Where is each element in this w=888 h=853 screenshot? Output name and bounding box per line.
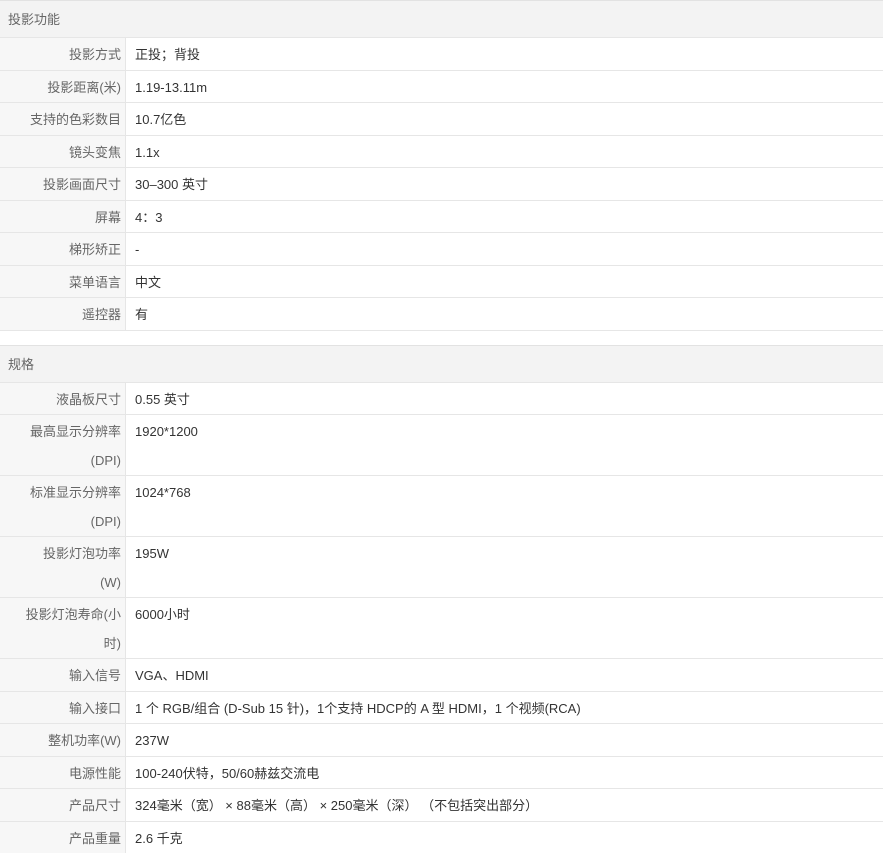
- spec-value: 有: [126, 298, 883, 330]
- spec-label: 菜单语言: [0, 266, 126, 298]
- spec-label: 输入接口: [0, 692, 126, 724]
- spec-value: 2.6 千克: [126, 822, 883, 853]
- spec-label: 投影灯泡功率 (W): [0, 537, 126, 597]
- spec-row: 支持的色彩数目 10.7亿色: [0, 102, 883, 135]
- spec-row: 投影画面尺寸 30–300 英寸: [0, 167, 883, 200]
- spec-row: 液晶板尺寸 0.55 英寸: [0, 382, 883, 415]
- spec-label: 投影距离(米): [0, 71, 126, 103]
- spec-row: 菜单语言 中文: [0, 265, 883, 298]
- spec-value: 195W: [126, 537, 883, 597]
- spec-value: 10.7亿色: [126, 103, 883, 135]
- spec-value: 0.55 英寸: [126, 383, 883, 415]
- spec-row: 最高显示分辨率 (DPI) 1920*1200: [0, 414, 883, 475]
- spec-row: 投影灯泡寿命(小 时) 6000小时: [0, 597, 883, 658]
- spec-label: 投影方式: [0, 38, 126, 70]
- spec-value: 30–300 英寸: [126, 168, 883, 200]
- spec-value: 1.19-13.11m: [126, 71, 883, 103]
- spec-label: 输入信号: [0, 659, 126, 691]
- section-header-specs: 规格: [0, 345, 883, 382]
- spec-value: 1.1x: [126, 136, 883, 168]
- spec-row: 投影距离(米) 1.19-13.11m: [0, 70, 883, 103]
- spec-label: 投影灯泡寿命(小 时): [0, 598, 126, 658]
- spec-value: 1024*768: [126, 476, 883, 536]
- spec-label: 梯形矫正: [0, 233, 126, 265]
- spec-row: 整机功率(W) 237W: [0, 723, 883, 756]
- spec-row: 产品尺寸 324毫米（宽） × 88毫米（高） × 250毫米（深） （不包括突…: [0, 788, 883, 821]
- spec-value: VGA、HDMI: [126, 659, 883, 691]
- spec-value: 100-240伏特，50/60赫兹交流电: [126, 757, 883, 789]
- spec-label: 屏幕: [0, 201, 126, 233]
- spec-row: 遥控器 有: [0, 297, 883, 330]
- spec-row: 标准显示分辨率 (DPI) 1024*768: [0, 475, 883, 536]
- spec-label: 支持的色彩数目: [0, 103, 126, 135]
- spec-row: 输入信号 VGA、HDMI: [0, 658, 883, 691]
- spec-row: 镜头变焦 1.1x: [0, 135, 883, 168]
- spec-label: 投影画面尺寸: [0, 168, 126, 200]
- spec-row: 投影灯泡功率 (W) 195W: [0, 536, 883, 597]
- spec-label: 产品重量: [0, 822, 126, 853]
- section-divider: [0, 330, 883, 331]
- spec-value: 1 个 RGB/组合 (D-Sub 15 针)，1个支持 HDCP的 A 型 H…: [126, 692, 883, 724]
- spec-label: 产品尺寸: [0, 789, 126, 821]
- spec-label: 标准显示分辨率 (DPI): [0, 476, 126, 536]
- spec-value: 1920*1200: [126, 415, 883, 475]
- spec-label: 电源性能: [0, 757, 126, 789]
- spec-label: 整机功率(W): [0, 724, 126, 756]
- spec-label: 镜头变焦: [0, 136, 126, 168]
- spec-value: 6000小时: [126, 598, 883, 658]
- spec-label: 遥控器: [0, 298, 126, 330]
- spec-value: -: [126, 233, 883, 265]
- spec-row: 产品重量 2.6 千克: [0, 821, 883, 853]
- spec-row: 输入接口 1 个 RGB/组合 (D-Sub 15 针)，1个支持 HDCP的 …: [0, 691, 883, 724]
- spec-value: 正投；背投: [126, 38, 883, 70]
- spec-label: 最高显示分辨率 (DPI): [0, 415, 126, 475]
- spec-row: 梯形矫正 -: [0, 232, 883, 265]
- section-header-projection: 投影功能: [0, 0, 883, 37]
- spec-value: 4：3: [126, 201, 883, 233]
- spec-row: 屏幕 4：3: [0, 200, 883, 233]
- spec-table: 投影功能 投影方式 正投；背投 投影距离(米) 1.19-13.11m 支持的色…: [0, 0, 883, 853]
- spec-row: 投影方式 正投；背投: [0, 37, 883, 70]
- spec-row: 电源性能 100-240伏特，50/60赫兹交流电: [0, 756, 883, 789]
- spec-value: 中文: [126, 266, 883, 298]
- spec-label: 液晶板尺寸: [0, 383, 126, 415]
- spec-value: 237W: [126, 724, 883, 756]
- spec-value: 324毫米（宽） × 88毫米（高） × 250毫米（深） （不包括突出部分）: [126, 789, 883, 821]
